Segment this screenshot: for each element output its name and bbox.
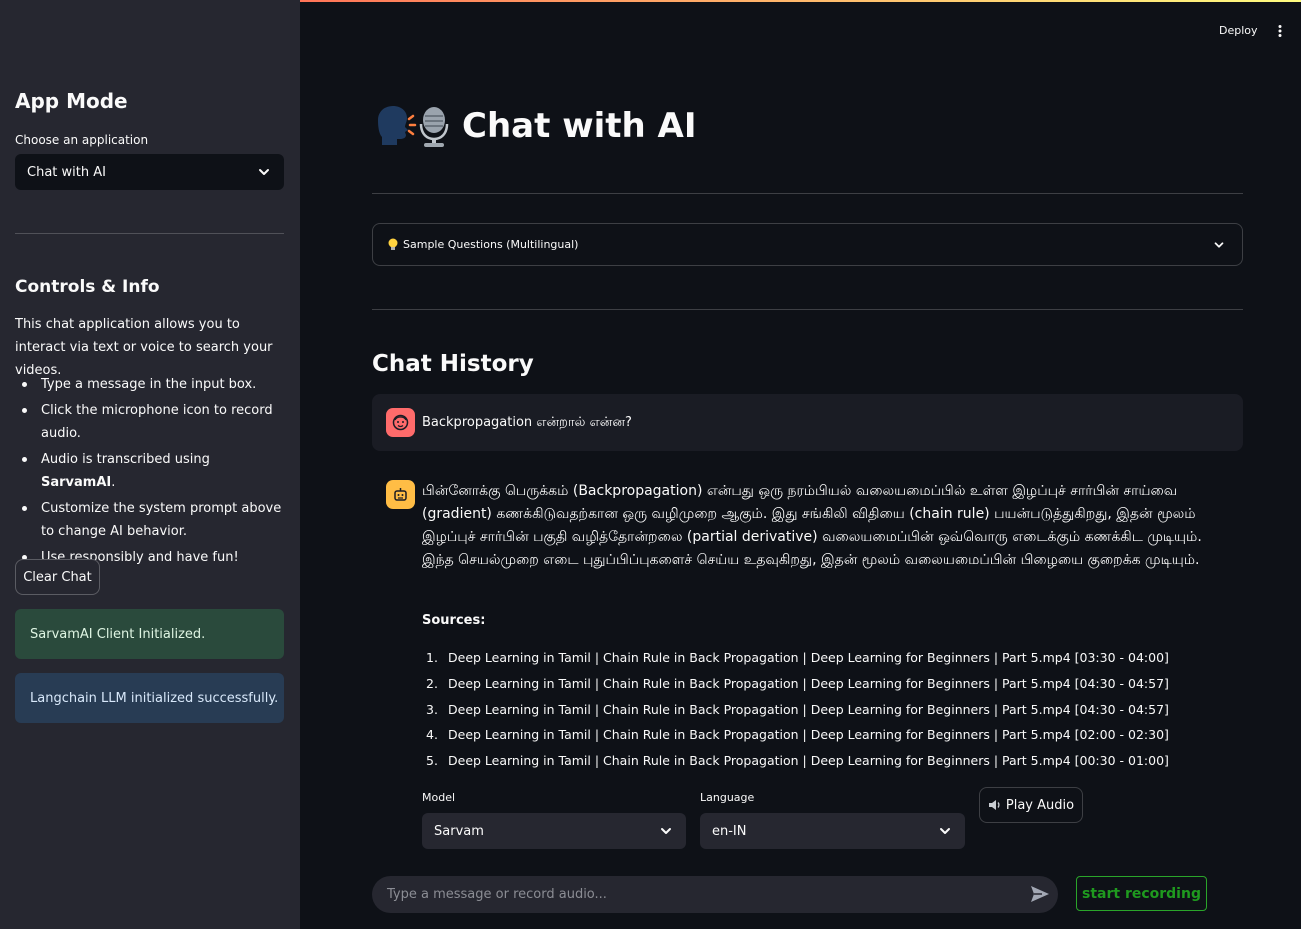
model-select-value: Sarvam — [434, 823, 484, 839]
model-label: Model — [422, 791, 456, 804]
chevron-down-icon — [1214, 242, 1224, 248]
list-item-text-end: . — [111, 475, 116, 490]
user-avatar — [386, 408, 415, 437]
source-text: Deep Learning in Tamil | Chain Rule in B… — [448, 753, 1169, 769]
app-mode-select[interactable]: Chat with AI — [15, 154, 284, 190]
robot-icon — [394, 488, 407, 501]
source-number: 1. — [426, 650, 438, 665]
start-recording-button[interactable]: start recording — [1076, 876, 1207, 911]
source-text: Deep Learning in Tamil | Chain Rule in B… — [448, 675, 1169, 691]
chevron-down-icon — [940, 828, 950, 834]
divider — [372, 309, 1243, 310]
user-face-icon — [392, 414, 409, 431]
controls-title: Controls & Info — [15, 277, 160, 297]
divider — [372, 193, 1243, 194]
language-select[interactable]: en-IN — [700, 813, 965, 849]
list-item: 3. Deep Learning in Tamil | Chain Rule in… — [422, 700, 1242, 726]
source-number: 2. — [426, 675, 438, 691]
chevron-down-icon — [259, 169, 269, 175]
sidebar: App Mode Choose an application Chat with… — [0, 0, 300, 929]
speaking-head-microphone-icon — [378, 106, 449, 147]
list-item: Click the microphone icon to record audi… — [15, 399, 285, 445]
app-mode-select-value: Chat with AI — [27, 164, 106, 180]
speaker-icon — [988, 800, 1000, 810]
tips-list: Type a message in the input box. Click t… — [15, 373, 285, 572]
chevron-down-icon — [661, 828, 671, 834]
list-item: 5. Deep Learning in Tamil | Chain Rule in… — [422, 751, 1242, 777]
source-text: Deep Learning in Tamil | Chain Rule in B… — [448, 650, 1169, 665]
lightbulb-icon — [388, 238, 398, 250]
assistant-message-text: பின்னோக்கு பெருக்கம் (Backpropagation) எ… — [422, 483, 1202, 568]
sidebar-divider — [15, 233, 284, 234]
list-item: 4. Deep Learning in Tamil | Chain Rule in… — [422, 725, 1242, 751]
sidebar-title: App Mode — [15, 89, 128, 113]
source-number: 3. — [426, 701, 438, 717]
clear-chat-button[interactable]: Clear Chat — [15, 559, 100, 595]
list-item-text: Audio is transcribed using — [41, 452, 210, 467]
user-message: Backpropagation என்றால் என்ன? — [372, 394, 1243, 451]
list-item: Customize the system prompt above to cha… — [15, 497, 285, 543]
expander-label: Sample Questions (Multilingual) — [403, 238, 579, 251]
chat-input-placeholder: Type a message or record audio... — [387, 887, 607, 902]
more-options-icon[interactable] — [1274, 24, 1286, 38]
sarvam-bold-text: SarvamAI — [41, 475, 112, 490]
sources-label: Sources: — [422, 613, 486, 628]
sources-list: 1. Deep Learning in Tamil | Chain Rule in… — [422, 648, 1242, 777]
app-select-label: Choose an application — [15, 133, 149, 147]
list-item: Audio is transcribed using SarvamAI. — [15, 448, 285, 494]
page-title-row: Chat with AI — [372, 104, 697, 148]
language-label: Language — [700, 791, 755, 804]
play-audio-button[interactable]: Play Audio — [979, 787, 1083, 823]
list-item: Type a message in the input box. — [15, 373, 285, 396]
play-audio-label: Play Audio — [1005, 797, 1075, 813]
source-text: Deep Learning in Tamil | Chain Rule in B… — [448, 701, 1169, 717]
source-text: Deep Learning in Tamil | Chain Rule in B… — [448, 727, 1169, 743]
model-select[interactable]: Sarvam — [422, 813, 686, 849]
source-number: 4. — [426, 727, 438, 743]
source-number: 5. — [426, 753, 438, 769]
send-icon[interactable] — [1030, 885, 1050, 903]
success-alert: SarvamAI Client Initialized. — [15, 609, 284, 659]
info-alert: Langchain LLM initialized successfully. — [15, 673, 284, 723]
page-title: Chat with AI — [462, 106, 697, 146]
list-item: 1. Deep Learning in Tamil | Chain Rule in… — [422, 648, 1242, 674]
sidebar-description: This chat application allows you to inte… — [15, 317, 273, 378]
user-message-text: Backpropagation என்றால் என்ன? — [422, 414, 632, 430]
deploy-button[interactable]: Deploy — [1219, 24, 1258, 37]
assistant-avatar — [386, 480, 415, 509]
chat-input[interactable]: Type a message or record audio... — [372, 876, 1058, 913]
sample-questions-expander[interactable]: Sample Questions (Multilingual) — [372, 223, 1243, 266]
language-select-value: en-IN — [712, 823, 747, 839]
chat-history-title: Chat History — [372, 351, 534, 377]
list-item: 2. Deep Learning in Tamil | Chain Rule in… — [422, 674, 1242, 700]
